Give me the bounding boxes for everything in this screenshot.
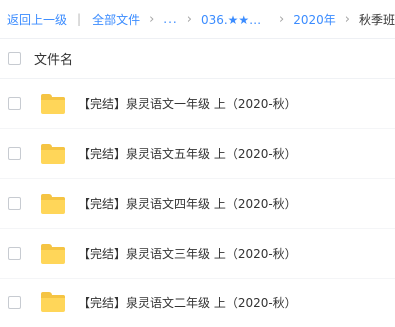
file-name[interactable]: 【完结】泉灵语文三年级 上（2020-秋） (78, 245, 297, 262)
chevron-right-icon: › (186, 11, 192, 27)
column-header-filename[interactable]: 文件名 (34, 49, 73, 68)
breadcrumb-separator: | (77, 12, 82, 26)
row-checkbox[interactable] (8, 147, 21, 160)
file-row[interactable]: 【完结】泉灵语文一年级 上（2020-秋） (0, 79, 395, 129)
folder-icon (41, 243, 65, 264)
chevron-right-icon: › (344, 11, 350, 27)
back-link[interactable]: 返回上一级 (7, 11, 67, 28)
chevron-right-icon: › (149, 11, 155, 27)
folder-icon (41, 93, 65, 114)
row-checkbox[interactable] (8, 295, 21, 309)
file-row[interactable]: 【完结】泉灵语文四年级 上（2020-秋） (0, 179, 395, 229)
breadcrumb-ellipsis-link[interactable]: ... (163, 12, 177, 26)
row-checkbox[interactable] (8, 247, 21, 260)
select-all-checkbox[interactable] (8, 52, 21, 65)
row-checkbox[interactable] (8, 197, 21, 210)
row-checkbox[interactable] (8, 97, 21, 110)
breadcrumb-root-link[interactable]: 全部文件 (92, 11, 140, 28)
file-row[interactable]: 【完结】泉灵语文三年级 上（2020-秋） (0, 229, 395, 279)
breadcrumb: 返回上一级 | 全部文件 › ... › 036.★★★泉... › 2020年… (0, 0, 395, 38)
file-row[interactable]: 【完结】泉灵语文五年级 上（2020-秋） (0, 129, 395, 179)
file-name[interactable]: 【完结】泉灵语文五年级 上（2020-秋） (78, 145, 297, 162)
file-name[interactable]: 【完结】泉灵语文四年级 上（2020-秋） (78, 195, 297, 212)
breadcrumb-level2-link[interactable]: 2020年 (293, 11, 336, 28)
folder-icon (41, 193, 65, 214)
folder-icon (41, 292, 65, 312)
file-name[interactable]: 【完结】泉灵语文二年级 上（2020-秋） (78, 294, 297, 311)
file-name[interactable]: 【完结】泉灵语文一年级 上（2020-秋） (78, 95, 297, 112)
file-row[interactable]: 【完结】泉灵语文二年级 上（2020-秋） (0, 277, 395, 327)
file-list-header: 文件名 (0, 39, 395, 79)
chevron-right-icon: › (279, 11, 285, 27)
breadcrumb-current: 秋季班 (358, 12, 395, 27)
breadcrumb-level1-link[interactable]: 036.★★★泉... (201, 11, 270, 28)
folder-icon (41, 143, 65, 164)
